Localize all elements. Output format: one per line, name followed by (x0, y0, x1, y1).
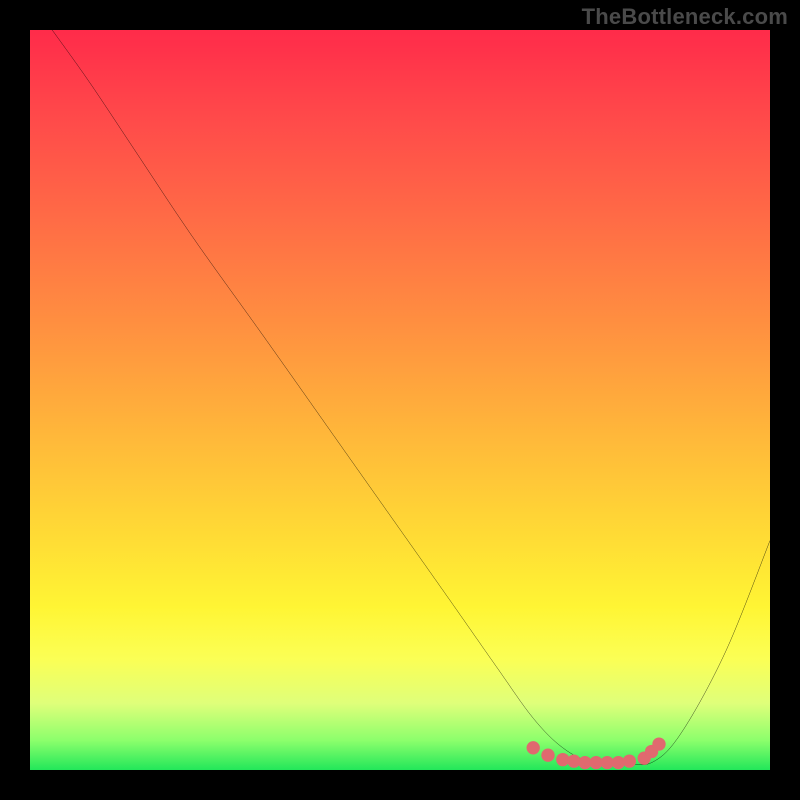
chart-svg (30, 30, 770, 770)
watermark-text: TheBottleneck.com (582, 4, 788, 30)
plateau-dot (541, 749, 554, 762)
bottleneck-curve (52, 30, 770, 765)
chart-frame: TheBottleneck.com (0, 0, 800, 800)
plot-area (30, 30, 770, 770)
plateau-dots (527, 737, 666, 769)
plateau-dot (652, 737, 665, 750)
plateau-dot (623, 754, 636, 767)
plateau-dot (527, 741, 540, 754)
